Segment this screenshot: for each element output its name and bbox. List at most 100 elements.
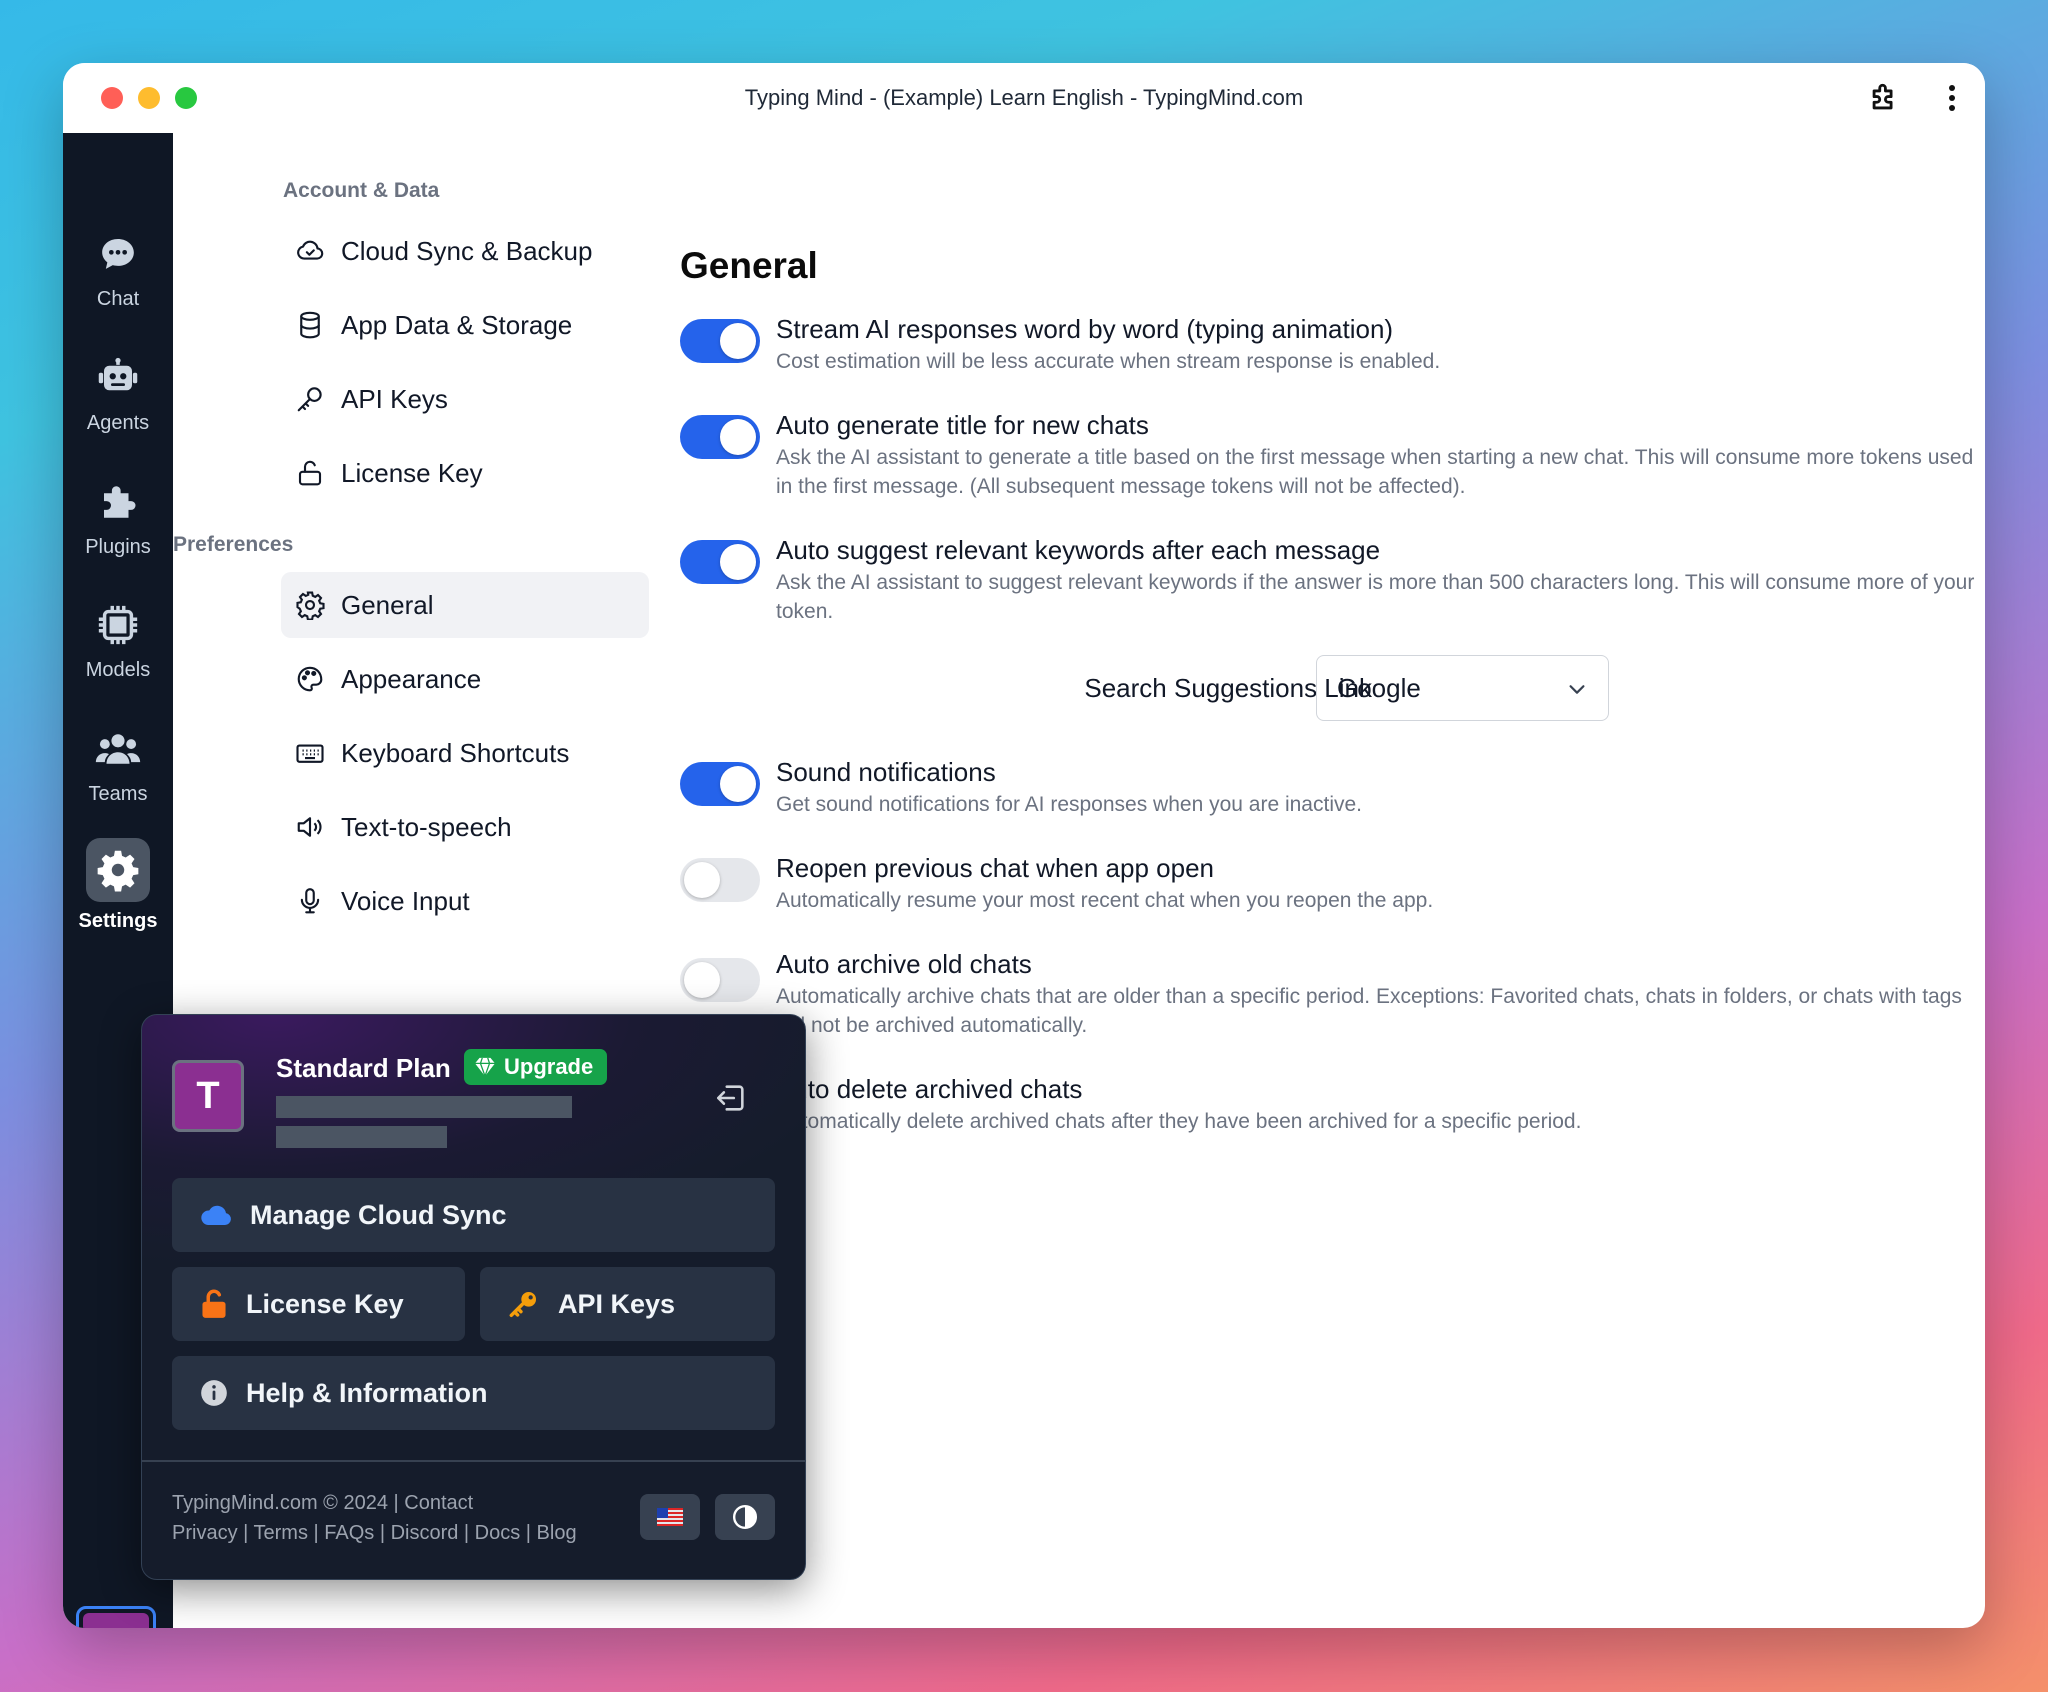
nav-label: General <box>341 589 434 620</box>
license-key-button[interactable]: License Key <box>172 1267 465 1341</box>
upgrade-button[interactable]: Upgrade <box>464 1049 608 1085</box>
button-label: License Key <box>246 1288 404 1319</box>
key-icon <box>297 387 322 412</box>
nav-item-appearance[interactable]: Appearance <box>281 646 649 712</box>
page-title: General <box>680 245 818 286</box>
setting-description: Cost estimation will be less accurate wh… <box>776 350 1441 373</box>
rail-label-agents: Agents <box>86 412 150 434</box>
account-popover: T Standard Plan Upgrade Manage Cloud Syn… <box>141 1014 806 1580</box>
button-label: API Keys <box>558 1288 676 1319</box>
toggle-reopen-chat[interactable] <box>680 858 760 902</box>
theme-toggle-button[interactable] <box>715 1494 775 1540</box>
general-settings-panel: General Stream AI responses word by word… <box>680 133 1985 1628</box>
us-flag-icon <box>657 1508 683 1526</box>
nav-item-voice-input[interactable]: Voice Input <box>281 868 649 934</box>
setting-title: Auto suggest relevant keywords after eac… <box>776 535 1381 565</box>
footer-links-line1[interactable]: TypingMind.com © 2024 | Contact <box>172 1488 577 1518</box>
setting-description: Automatically resume your most recent ch… <box>776 889 1434 912</box>
api-keys-button[interactable]: API Keys <box>480 1267 775 1341</box>
toggle-suggest-keywords[interactable] <box>680 540 760 584</box>
logout-icon[interactable] <box>714 1081 748 1120</box>
rail-label-settings: Settings <box>78 910 158 932</box>
rail-label-models: Models <box>85 659 151 681</box>
robot-icon <box>92 352 144 404</box>
toggle-sound-notifications[interactable] <box>680 762 760 806</box>
setting-title: Auto delete archived chats <box>776 1074 1083 1104</box>
setting-description: Automatically archive chats that are old… <box>776 985 1962 1037</box>
rail-item-teams[interactable]: Teams <box>63 723 173 833</box>
nav-label: API Keys <box>341 383 448 414</box>
rail-item-agents[interactable]: Agents <box>63 352 173 462</box>
unlock-icon <box>202 1289 226 1318</box>
toggle-auto-title[interactable] <box>680 415 760 459</box>
toggle-auto-archive[interactable] <box>680 958 760 1002</box>
cloud-icon <box>201 1205 231 1225</box>
puzzle-icon <box>92 476 144 528</box>
select-value: Google <box>1337 672 1421 703</box>
gear-outline-icon <box>296 591 325 620</box>
upgrade-label: Upgrade <box>504 1054 594 1079</box>
nav-label: Voice Input <box>341 885 470 916</box>
popover-footer: TypingMind.com © 2024 | Contact Privacy … <box>172 1488 577 1548</box>
language-button[interactable] <box>640 1494 700 1540</box>
toggle-stream-responses[interactable] <box>680 319 760 363</box>
rail-item-models[interactable]: Models <box>63 599 173 709</box>
manage-cloud-sync-button[interactable]: Manage Cloud Sync <box>172 1178 775 1252</box>
database-icon <box>300 311 320 339</box>
setting-title: Sound notifications <box>776 757 996 787</box>
setting-title: Stream AI responses word by word (typing… <box>776 314 1394 344</box>
chip-icon <box>92 599 144 651</box>
diamond-icon <box>475 1057 495 1077</box>
nav-label: Text-to-speech <box>341 811 512 842</box>
cloud-check-icon <box>297 240 324 260</box>
key-icon <box>509 1292 536 1318</box>
nav-item-general[interactable]: General <box>281 572 649 638</box>
nav-label: App Data & Storage <box>341 309 573 340</box>
search-suggestions-select[interactable]: Google <box>1316 655 1609 721</box>
search-suggestions-row: Search Suggestions Link Google <box>680 655 1680 723</box>
minimize-window-button[interactable] <box>138 87 160 109</box>
setting-title: Auto generate title for new chats <box>776 410 1149 440</box>
rail-label-plugins: Plugins <box>85 536 151 558</box>
nav-label: Appearance <box>341 663 482 694</box>
nav-item-cloud-sync[interactable]: Cloud Sync & Backup <box>281 218 649 284</box>
rail-item-chat[interactable]: Chat <box>63 228 173 338</box>
nav-label: Cloud Sync & Backup <box>341 235 593 266</box>
chevron-down-icon <box>1569 685 1585 694</box>
nav-item-api-keys[interactable]: API Keys <box>281 366 649 432</box>
title-bar: Typing Mind - (Example) Learn English - … <box>63 63 1985 133</box>
setting-title: Reopen previous chat when app open <box>776 853 1214 883</box>
maximize-window-button[interactable] <box>175 87 197 109</box>
setting-description: Automatically delete archived chats afte… <box>776 1110 1582 1133</box>
info-icon <box>201 1380 227 1406</box>
redacted-user-email <box>276 1126 447 1148</box>
divider <box>142 1460 805 1462</box>
chat-bubble-icon <box>92 228 144 280</box>
close-window-button[interactable] <box>101 87 123 109</box>
footer-links-line2[interactable]: Privacy | Terms | FAQs | Discord | Docs … <box>172 1518 577 1548</box>
setting-description: Ask the AI assistant to generate a title… <box>776 446 1974 498</box>
account-data-heading: Account & Data <box>283 179 440 202</box>
setting-description: Ask the AI assistant to suggest relevant… <box>776 571 1975 623</box>
help-information-button[interactable]: Help & Information <box>172 1356 775 1430</box>
extension-icon[interactable] <box>1867 81 1901 115</box>
rail-item-plugins[interactable]: Plugins <box>63 476 173 586</box>
redacted-user-name <box>276 1096 572 1118</box>
app-window: Typing Mind - (Example) Learn English - … <box>63 63 1985 1628</box>
nav-item-keyboard-shortcuts[interactable]: Keyboard Shortcuts <box>281 720 649 786</box>
avatar-letter: T <box>83 1613 149 1628</box>
nav-item-license-key[interactable]: License Key <box>281 440 649 506</box>
plan-name: Standard Plan <box>276 1053 451 1083</box>
nav-item-app-data[interactable]: App Data & Storage <box>281 292 649 358</box>
window-controls <box>101 87 197 109</box>
button-label: Manage Cloud Sync <box>250 1199 507 1230</box>
rail-item-settings[interactable]: Settings <box>63 838 173 948</box>
nav-item-text-to-speech[interactable]: Text-to-speech <box>281 794 649 860</box>
keyboard-icon <box>296 744 324 763</box>
contrast-icon <box>732 1504 758 1530</box>
avatar: T <box>172 1060 244 1132</box>
nav-label: Keyboard Shortcuts <box>341 737 570 768</box>
user-avatar-button[interactable]: T <box>76 1606 156 1628</box>
more-menu-icon[interactable] <box>1947 83 1957 113</box>
rail-label-chat: Chat <box>96 288 140 310</box>
